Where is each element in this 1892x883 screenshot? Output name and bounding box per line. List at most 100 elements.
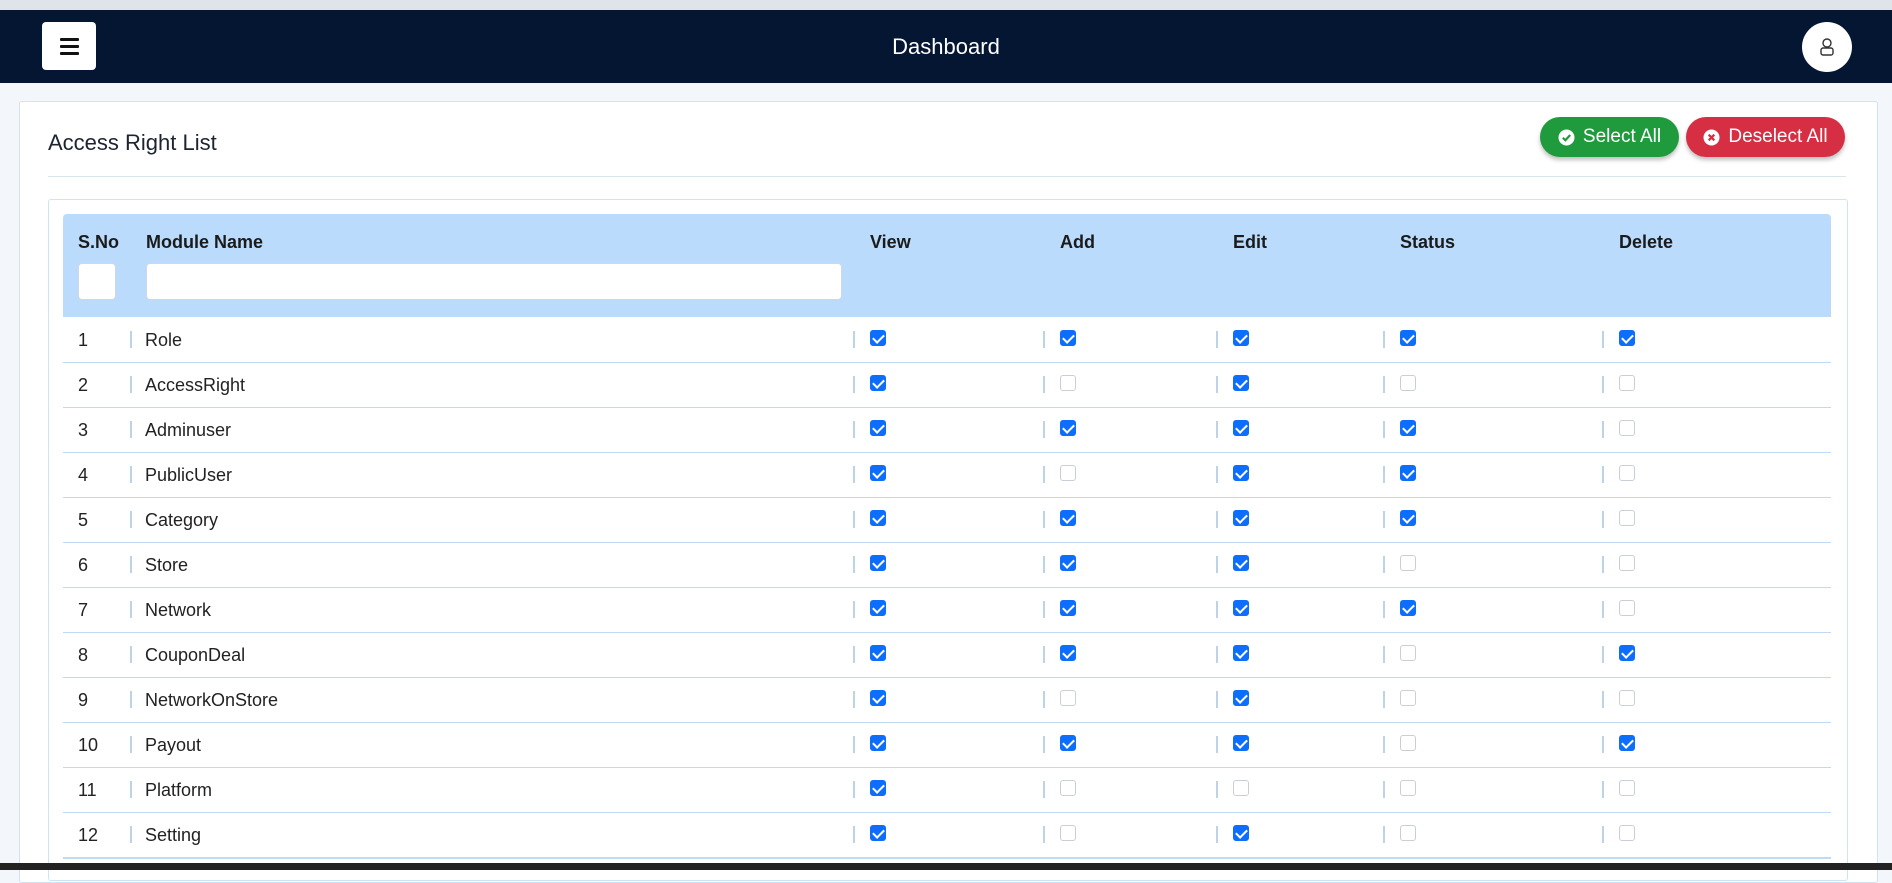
column-resize-handle[interactable]: [1383, 511, 1385, 528]
status-permission-checkbox[interactable]: [1400, 375, 1416, 391]
view-permission-checkbox[interactable]: [870, 465, 886, 481]
add-permission-checkbox[interactable]: [1060, 645, 1076, 661]
status-permission-checkbox[interactable]: [1400, 600, 1416, 616]
column-resize-handle[interactable]: [130, 601, 132, 618]
column-resize-handle[interactable]: [1216, 511, 1218, 528]
view-permission-checkbox[interactable]: [870, 420, 886, 436]
status-permission-checkbox[interactable]: [1400, 690, 1416, 706]
column-resize-handle[interactable]: [1216, 556, 1218, 573]
edit-permission-checkbox[interactable]: [1233, 420, 1249, 436]
column-resize-handle[interactable]: [130, 781, 132, 798]
add-permission-checkbox[interactable]: [1060, 780, 1076, 796]
column-resize-handle[interactable]: [1602, 466, 1604, 483]
delete-permission-checkbox[interactable]: [1619, 690, 1635, 706]
column-resize-handle[interactable]: [1043, 691, 1045, 708]
add-permission-checkbox[interactable]: [1060, 375, 1076, 391]
status-permission-checkbox[interactable]: [1400, 510, 1416, 526]
column-resize-handle[interactable]: [1216, 691, 1218, 708]
column-resize-handle[interactable]: [1216, 781, 1218, 798]
edit-permission-checkbox[interactable]: [1233, 465, 1249, 481]
delete-permission-checkbox[interactable]: [1619, 825, 1635, 841]
column-resize-handle[interactable]: [1216, 826, 1218, 843]
column-resize-handle[interactable]: [1216, 376, 1218, 393]
column-resize-handle[interactable]: [1602, 601, 1604, 618]
column-resize-handle[interactable]: [1383, 646, 1385, 663]
delete-permission-checkbox[interactable]: [1619, 330, 1635, 346]
edit-permission-checkbox[interactable]: [1233, 645, 1249, 661]
column-resize-handle[interactable]: [130, 556, 132, 573]
column-resize-handle[interactable]: [853, 556, 855, 573]
column-resize-handle[interactable]: [1043, 556, 1045, 573]
column-resize-handle[interactable]: [1602, 331, 1604, 348]
user-avatar-button[interactable]: [1802, 22, 1852, 72]
edit-permission-checkbox[interactable]: [1233, 825, 1249, 841]
column-resize-handle[interactable]: [853, 781, 855, 798]
column-resize-handle[interactable]: [853, 736, 855, 753]
edit-permission-checkbox[interactable]: [1233, 690, 1249, 706]
view-permission-checkbox[interactable]: [870, 690, 886, 706]
column-resize-handle[interactable]: [1383, 421, 1385, 438]
module-name-filter-input[interactable]: [146, 263, 842, 300]
column-resize-handle[interactable]: [853, 466, 855, 483]
column-resize-handle[interactable]: [1383, 691, 1385, 708]
column-resize-handle[interactable]: [1602, 376, 1604, 393]
column-resize-handle[interactable]: [1602, 781, 1604, 798]
column-resize-handle[interactable]: [853, 691, 855, 708]
column-resize-handle[interactable]: [853, 511, 855, 528]
view-permission-checkbox[interactable]: [870, 780, 886, 796]
column-resize-handle[interactable]: [1043, 781, 1045, 798]
status-permission-checkbox[interactable]: [1400, 645, 1416, 661]
delete-permission-checkbox[interactable]: [1619, 600, 1635, 616]
column-resize-handle[interactable]: [1383, 466, 1385, 483]
column-resize-handle[interactable]: [1043, 736, 1045, 753]
add-permission-checkbox[interactable]: [1060, 330, 1076, 346]
view-permission-checkbox[interactable]: [870, 330, 886, 346]
delete-permission-checkbox[interactable]: [1619, 555, 1635, 571]
column-resize-handle[interactable]: [1602, 826, 1604, 843]
sno-filter-input[interactable]: [78, 263, 116, 300]
column-resize-handle[interactable]: [1043, 376, 1045, 393]
status-permission-checkbox[interactable]: [1400, 555, 1416, 571]
column-resize-handle[interactable]: [130, 691, 132, 708]
column-resize-handle[interactable]: [130, 646, 132, 663]
add-permission-checkbox[interactable]: [1060, 735, 1076, 751]
view-permission-checkbox[interactable]: [870, 510, 886, 526]
status-permission-checkbox[interactable]: [1400, 420, 1416, 436]
column-resize-handle[interactable]: [1602, 511, 1604, 528]
edit-permission-checkbox[interactable]: [1233, 330, 1249, 346]
column-resize-handle[interactable]: [1602, 556, 1604, 573]
edit-permission-checkbox[interactable]: [1233, 735, 1249, 751]
column-resize-handle[interactable]: [1383, 331, 1385, 348]
add-permission-checkbox[interactable]: [1060, 510, 1076, 526]
add-permission-checkbox[interactable]: [1060, 420, 1076, 436]
view-permission-checkbox[interactable]: [870, 555, 886, 571]
column-resize-handle[interactable]: [853, 826, 855, 843]
column-resize-handle[interactable]: [1216, 646, 1218, 663]
column-resize-handle[interactable]: [130, 826, 132, 843]
edit-permission-checkbox[interactable]: [1233, 375, 1249, 391]
status-permission-checkbox[interactable]: [1400, 735, 1416, 751]
select-all-button[interactable]: Select All: [1540, 117, 1679, 157]
column-resize-handle[interactable]: [130, 331, 132, 348]
column-resize-handle[interactable]: [853, 601, 855, 618]
column-resize-handle[interactable]: [1602, 421, 1604, 438]
delete-permission-checkbox[interactable]: [1619, 780, 1635, 796]
view-permission-checkbox[interactable]: [870, 735, 886, 751]
column-resize-handle[interactable]: [1602, 646, 1604, 663]
column-resize-handle[interactable]: [1383, 826, 1385, 843]
status-permission-checkbox[interactable]: [1400, 330, 1416, 346]
column-resize-handle[interactable]: [130, 376, 132, 393]
column-resize-handle[interactable]: [1216, 736, 1218, 753]
column-resize-handle[interactable]: [130, 736, 132, 753]
column-resize-handle[interactable]: [1043, 826, 1045, 843]
delete-permission-checkbox[interactable]: [1619, 510, 1635, 526]
column-resize-handle[interactable]: [130, 466, 132, 483]
column-resize-handle[interactable]: [1602, 736, 1604, 753]
view-permission-checkbox[interactable]: [870, 825, 886, 841]
column-resize-handle[interactable]: [1043, 511, 1045, 528]
status-permission-checkbox[interactable]: [1400, 465, 1416, 481]
column-resize-handle[interactable]: [130, 511, 132, 528]
status-permission-checkbox[interactable]: [1400, 825, 1416, 841]
delete-permission-checkbox[interactable]: [1619, 645, 1635, 661]
column-resize-handle[interactable]: [853, 331, 855, 348]
